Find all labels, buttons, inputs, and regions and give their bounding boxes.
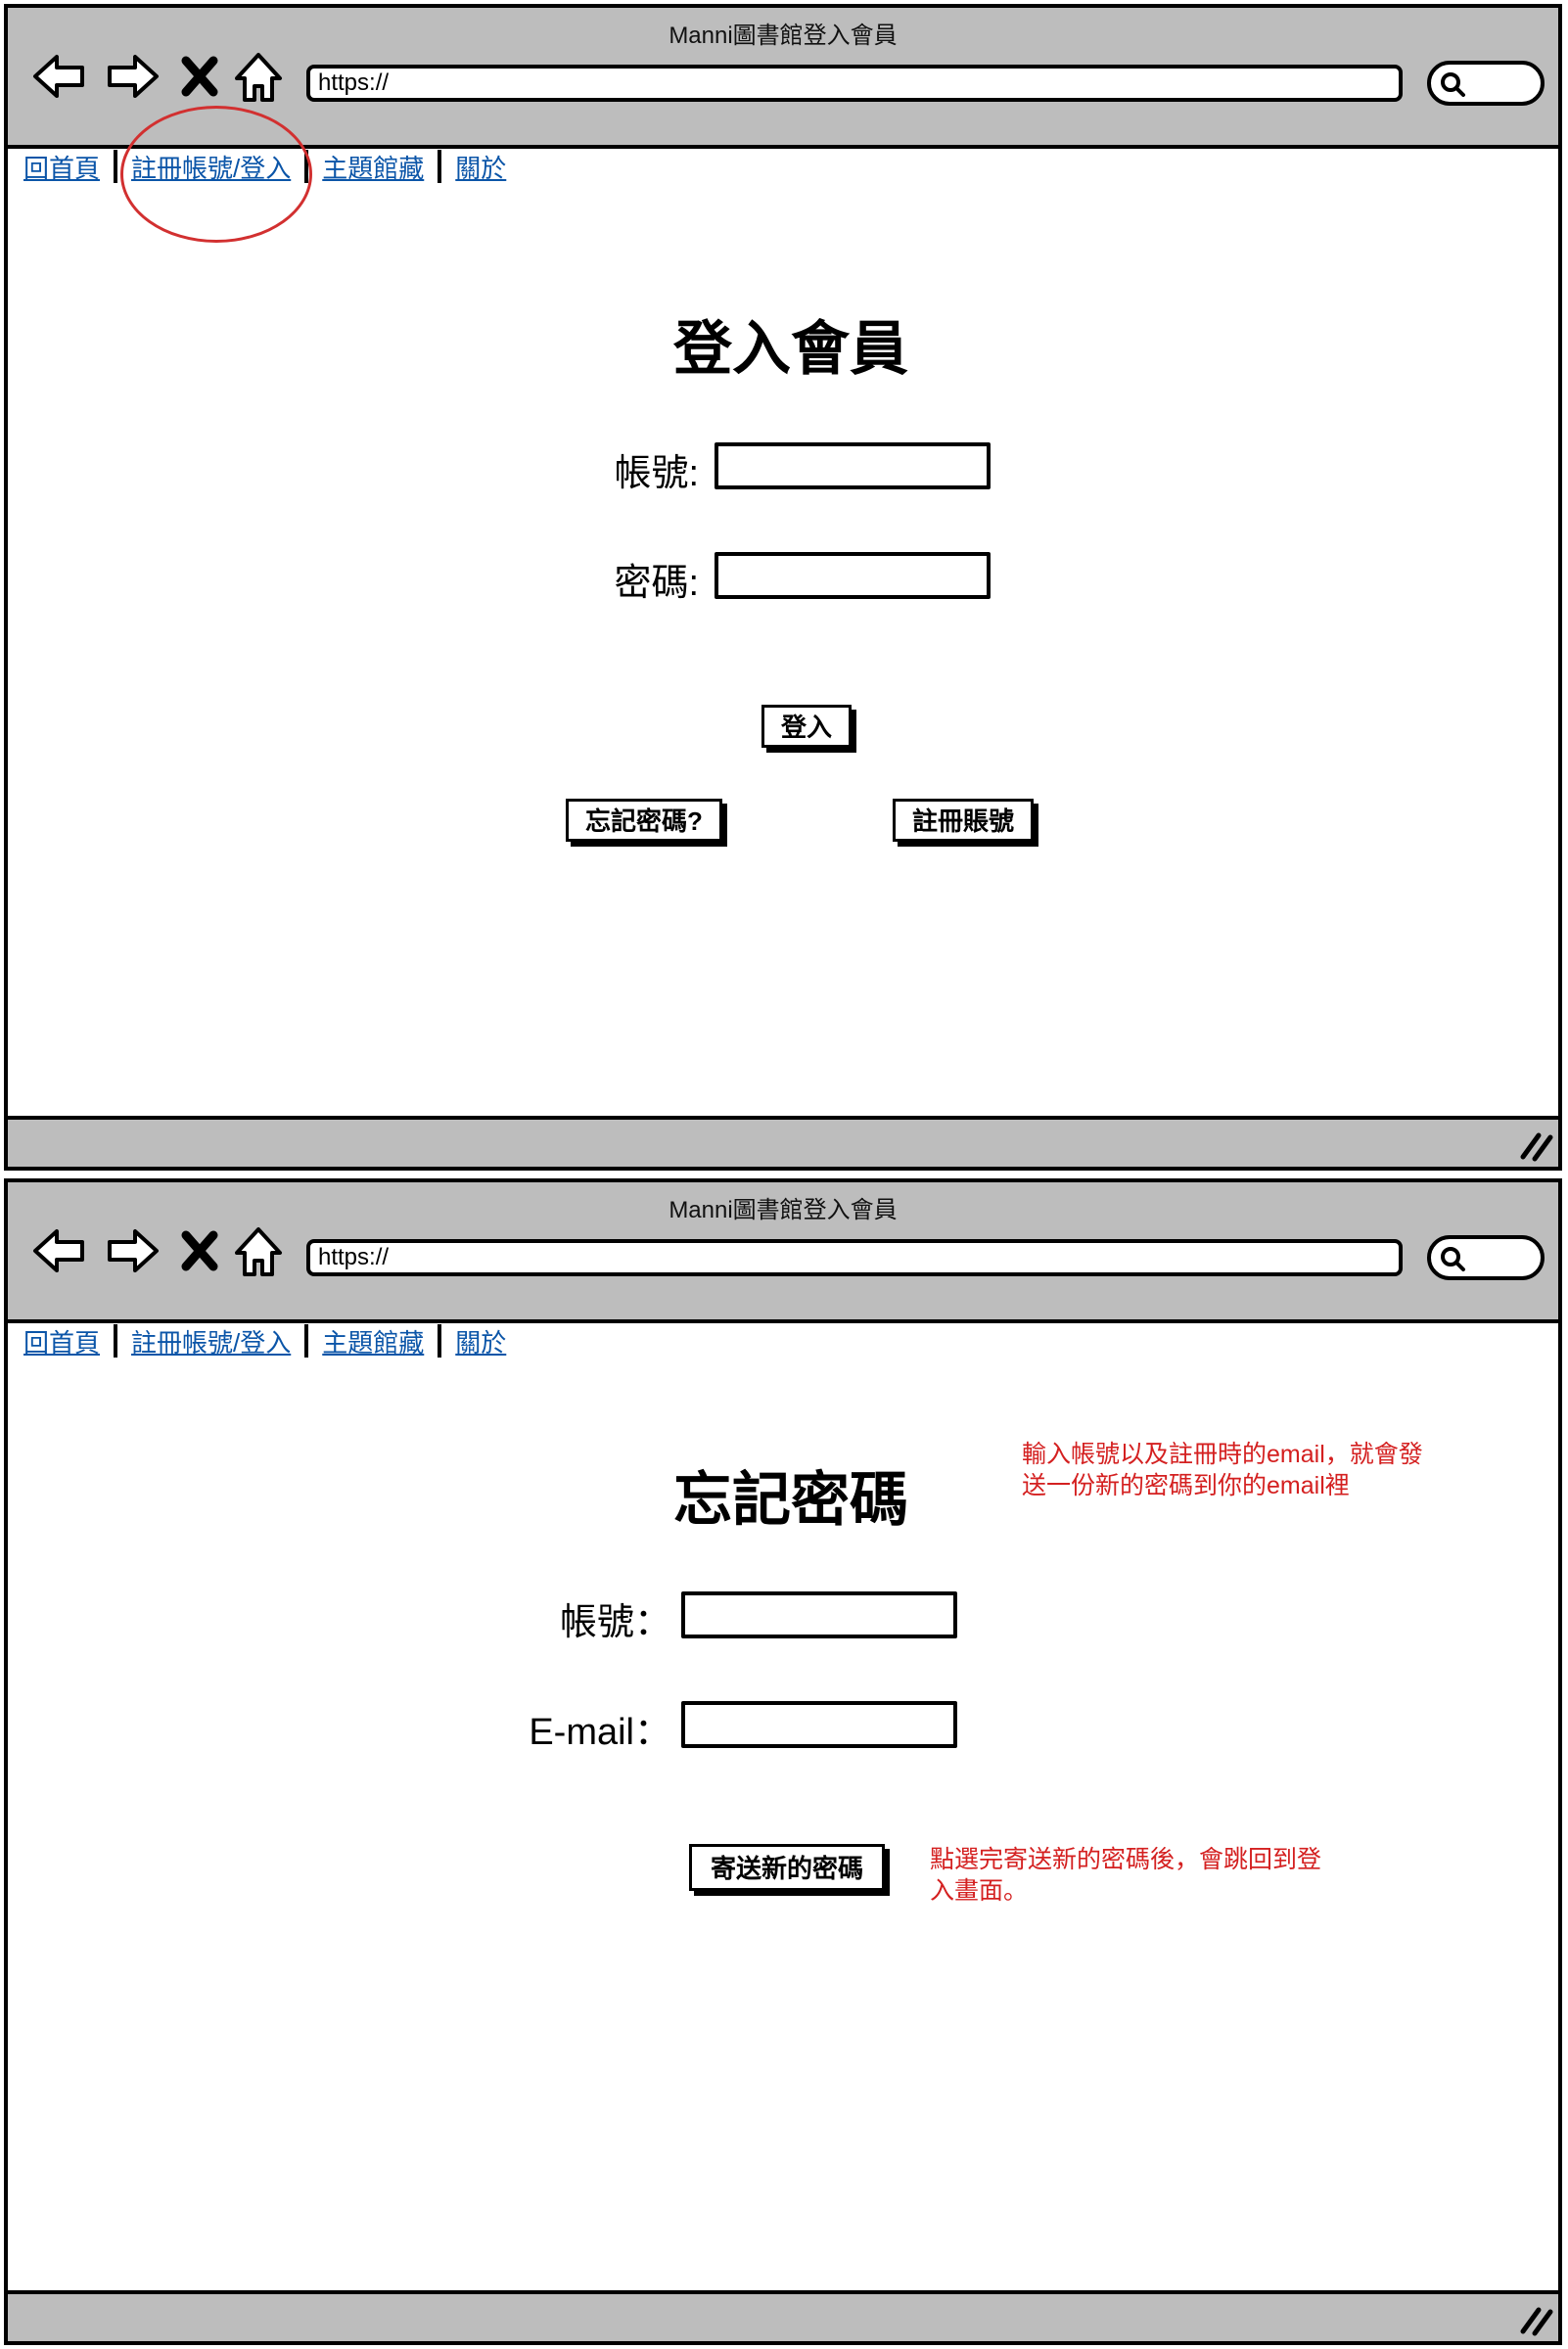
url-bar[interactable]: https:// — [306, 1239, 1403, 1276]
browser-toolbar: Manni圖書館登入會員 https:// — [8, 1182, 1558, 1323]
site-nav: 回首頁 註冊帳號/登入 主題館藏 關於 — [16, 1321, 514, 1360]
forward-arrow-icon[interactable] — [106, 49, 161, 104]
account-label: 帳號： — [559, 1602, 671, 1643]
close-stop-icon[interactable] — [180, 1223, 219, 1278]
browser-search-box[interactable] — [1427, 1235, 1545, 1280]
back-arrow-icon[interactable] — [31, 49, 86, 104]
annotation-note-top: 輸入帳號以及註冊時的email，就會發 送一份新的密碼到你的email裡 — [1022, 1439, 1482, 1501]
url-bar[interactable]: https:// — [306, 65, 1403, 102]
nav-divider — [304, 1324, 309, 1358]
close-stop-icon[interactable] — [180, 49, 219, 104]
back-arrow-icon[interactable] — [31, 1223, 86, 1278]
home-icon[interactable] — [231, 49, 286, 104]
nav-divider — [438, 150, 442, 183]
annotation-line: 輸入帳號以及註冊時的email，就會發 — [1022, 1441, 1423, 1468]
forgot-password-button[interactable]: 忘記密碼? — [566, 799, 722, 842]
annotation-line: 送一份新的密碼到你的email裡 — [1022, 1472, 1350, 1499]
window-title: Manni圖書館登入會員 — [669, 23, 898, 49]
password-input[interactable] — [715, 552, 991, 599]
status-bar — [8, 2290, 1558, 2341]
browser-window-login: Manni圖書館登入會員 https:// 回首頁 註冊帳號/登入 主題館藏 關… — [4, 4, 1562, 1171]
account-input[interactable] — [715, 442, 991, 489]
nav-link-about[interactable]: 關於 — [447, 149, 514, 185]
home-icon[interactable] — [231, 1223, 286, 1278]
email-input[interactable] — [681, 1701, 957, 1748]
page-title: 登入會員 — [673, 316, 908, 382]
annotation-line: 點選完寄送新的密碼後，會跳回到登 — [930, 1846, 1322, 1873]
annotation-note-bottom: 點選完寄送新的密碼後，會跳回到登 入畫面。 — [930, 1844, 1380, 1907]
register-account-button[interactable]: 註冊賬號 — [893, 799, 1034, 842]
search-icon — [1441, 72, 1465, 97]
email-label: E-mail： — [529, 1712, 671, 1753]
forward-arrow-icon[interactable] — [106, 1223, 161, 1278]
nav-link-register-login[interactable]: 註冊帳號/登入 — [123, 1323, 299, 1359]
resize-grip-icon[interactable] — [1515, 1128, 1554, 1163]
page-title: 忘記密碼 — [673, 1467, 908, 1533]
annotation-line: 入畫面。 — [930, 1877, 1029, 1905]
account-input[interactable] — [681, 1591, 957, 1638]
password-label: 密碼: — [614, 563, 699, 604]
nav-divider — [438, 1324, 442, 1358]
window-title: Manni圖書館登入會員 — [669, 1197, 898, 1223]
nav-link-collections[interactable]: 主題館藏 — [314, 149, 432, 185]
nav-link-collections[interactable]: 主題館藏 — [314, 1323, 432, 1359]
resize-grip-icon[interactable] — [1515, 2302, 1554, 2337]
nav-link-about[interactable]: 關於 — [447, 1323, 514, 1359]
search-icon — [1441, 1247, 1465, 1271]
account-label: 帳號: — [614, 453, 699, 494]
status-bar — [8, 1116, 1558, 1167]
login-button[interactable]: 登入 — [761, 705, 852, 748]
send-new-password-button[interactable]: 寄送新的密碼 — [689, 1844, 885, 1891]
nav-divider — [114, 1324, 118, 1358]
browser-window-forgot-password: Manni圖書館登入會員 https:// 回首頁 註冊帳號/登入 主題館藏 關… — [4, 1178, 1562, 2345]
highlight-circle-annotation — [120, 106, 312, 243]
browser-search-box[interactable] — [1427, 61, 1545, 106]
nav-link-home[interactable]: 回首頁 — [16, 1323, 108, 1359]
nav-divider — [114, 150, 118, 183]
nav-link-home[interactable]: 回首頁 — [16, 149, 108, 185]
